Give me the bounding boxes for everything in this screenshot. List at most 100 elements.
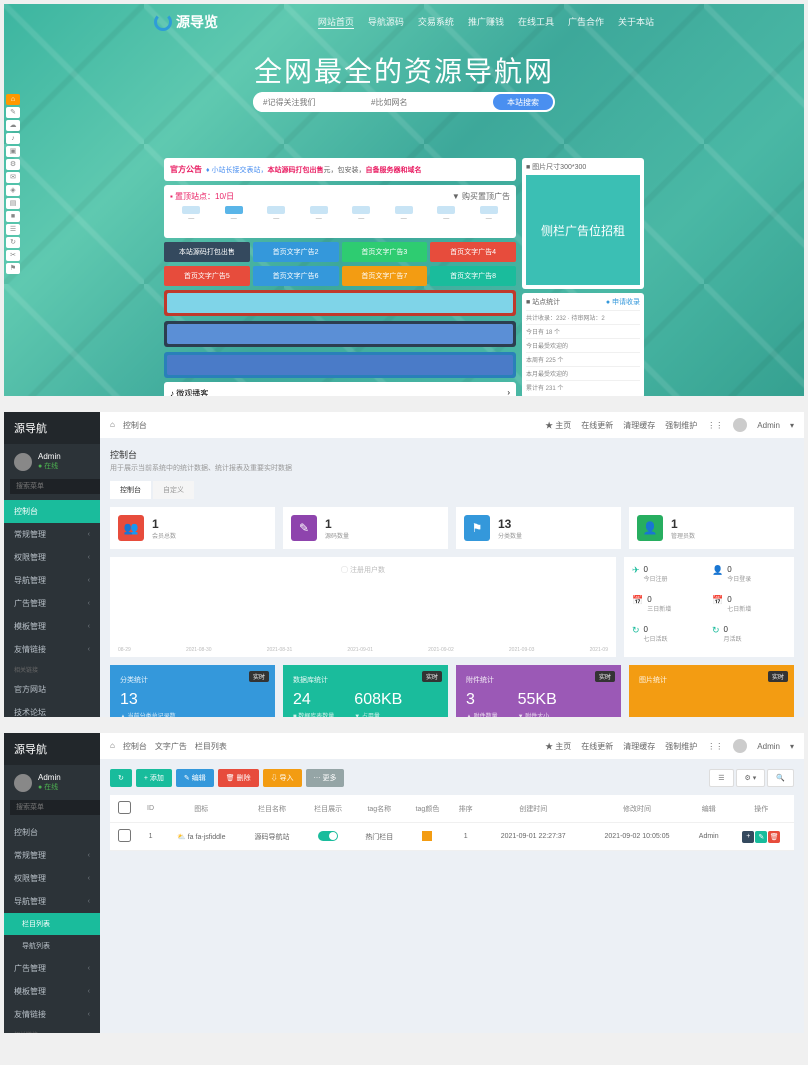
side-icon[interactable]: ■ <box>6 211 20 222</box>
slide-item[interactable] <box>164 321 516 347</box>
sidebar-item[interactable]: 模板管理‹ <box>4 615 100 638</box>
ad-button[interactable]: 首页文字广告3 <box>342 242 428 262</box>
avatar[interactable] <box>14 774 32 792</box>
nav-home[interactable]: 网站首页 <box>318 15 354 29</box>
crumb[interactable]: 文字广告 <box>155 741 187 752</box>
crumb-home[interactable]: ⌂ <box>110 420 115 431</box>
sidebar-item[interactable]: 常规管理‹ <box>4 844 100 867</box>
action-drag-button[interactable]: + <box>742 831 754 843</box>
search-button[interactable]: 本站搜索 <box>493 94 553 110</box>
toolbar-button[interactable]: ↻ <box>110 769 132 787</box>
sidebar-item[interactable]: 栏目列表 <box>4 913 100 935</box>
ad-button[interactable]: 本站源码打包出售 <box>164 242 250 262</box>
tab-custom[interactable]: 自定义 <box>153 481 194 499</box>
nav-item[interactable]: 交易系统 <box>418 15 454 29</box>
side-icon[interactable]: ✂ <box>6 250 20 261</box>
avatar[interactable] <box>14 453 32 471</box>
avatar-small[interactable] <box>733 418 747 432</box>
rec-item[interactable]: — <box>348 206 374 228</box>
ad-placeholder[interactable]: 侧栏广告位招租 <box>526 175 640 285</box>
rec-item[interactable]: — <box>433 206 459 228</box>
ad-button[interactable]: 首页文字广告6 <box>253 266 339 286</box>
nav-item[interactable]: 广告合作 <box>568 15 604 29</box>
slide-item[interactable] <box>164 352 516 378</box>
chevron-down-icon[interactable]: ▾ <box>790 421 794 430</box>
crumb[interactable]: 栏目列表 <box>195 741 227 752</box>
top-link[interactable]: ★ 主页 <box>545 420 571 431</box>
sidebar-item[interactable]: 广告管理‹ <box>4 957 100 980</box>
search-button[interactable]: 🔍 <box>767 769 794 787</box>
nav-item[interactable]: 关于本站 <box>618 15 654 29</box>
logo[interactable]: 源导览 <box>154 12 218 32</box>
side-icon[interactable]: ⚑ <box>6 263 20 274</box>
toolbar-button[interactable]: ⋯ 更多 <box>306 769 345 787</box>
ad-button[interactable]: 首页文字广告8 <box>430 266 516 286</box>
nav-item[interactable]: 在线工具 <box>518 15 554 29</box>
rec-item[interactable]: — <box>306 206 332 228</box>
brand[interactable]: 源导航 <box>4 733 100 765</box>
toggle-switch[interactable] <box>318 831 338 841</box>
rec-right[interactable]: ▼ 购买置顶广告 <box>452 191 510 202</box>
search-input[interactable] <box>253 92 491 112</box>
sidebar-item[interactable]: 导航列表 <box>4 935 100 957</box>
rec-item[interactable]: — <box>391 206 417 228</box>
toolbar-button[interactable]: + 添加 <box>136 769 172 787</box>
top-link[interactable]: 清理缓存 <box>623 420 655 431</box>
side-icon[interactable]: ✉ <box>6 172 20 183</box>
side-icon[interactable]: ▤ <box>6 198 20 209</box>
filter-button[interactable]: ⚙ ▾ <box>736 769 766 787</box>
side-icon[interactable]: ↻ <box>6 237 20 248</box>
toolbar-button[interactable]: ✎ 编辑 <box>176 769 214 787</box>
resource-card[interactable]: ♪ 微观播客 › <box>164 382 516 396</box>
crumb-home[interactable]: ⌂ <box>110 741 115 752</box>
sidebar-item[interactable]: 导航管理‹ <box>4 890 100 913</box>
top-link[interactable]: 在线更新 <box>581 420 613 431</box>
sidebar-item[interactable]: 官方网站 <box>4 678 100 701</box>
side-icon[interactable]: ◈ <box>6 185 20 196</box>
admin-name[interactable]: Admin <box>757 421 780 430</box>
tab-dashboard[interactable]: 控制台 <box>110 481 151 499</box>
sidebar-item[interactable]: 导航管理‹ <box>4 569 100 592</box>
ad-button[interactable]: 首页文字广告2 <box>253 242 339 262</box>
rec-item[interactable]: — <box>178 206 204 228</box>
nav-item[interactable]: 推广赚钱 <box>468 15 504 29</box>
sidebar-item[interactable]: 常规管理‹ <box>4 523 100 546</box>
avatar-small[interactable] <box>733 739 747 753</box>
slide-item[interactable] <box>164 290 516 316</box>
row-checkbox[interactable] <box>110 823 140 851</box>
rec-item[interactable]: — <box>476 206 502 228</box>
nav-item[interactable]: 导航源码 <box>368 15 404 29</box>
sidebar-item[interactable]: 权限管理‹ <box>4 867 100 890</box>
apply-link[interactable]: ● 申请收录 <box>606 297 640 307</box>
sidebar-item[interactable]: 控制台 <box>4 821 100 844</box>
toolbar-button[interactable]: 🗑 删除 <box>218 769 259 787</box>
sidebar-item[interactable]: 友情链接‹ <box>4 1003 100 1026</box>
ad-button[interactable]: 首页文字广告5 <box>164 266 250 286</box>
sidebar-item[interactable]: 权限管理‹ <box>4 546 100 569</box>
brand[interactable]: 源导航 <box>4 412 100 444</box>
action-edit-button[interactable]: ✎ <box>755 831 767 843</box>
top-link[interactable]: 强制维护 <box>665 741 697 752</box>
sidebar-search-input[interactable] <box>10 479 113 494</box>
rec-item[interactable]: — <box>221 206 247 228</box>
crumb[interactable]: 控制台 <box>123 741 147 752</box>
top-link[interactable]: 在线更新 <box>581 741 613 752</box>
column-header[interactable] <box>110 795 140 823</box>
action-delete-button[interactable]: 🗑 <box>768 831 780 843</box>
sidebar-item[interactable]: 技术论坛 <box>4 701 100 717</box>
rec-item[interactable]: — <box>263 206 289 228</box>
top-link[interactable]: 强制维护 <box>665 420 697 431</box>
sidebar-item[interactable]: 友情链接‹ <box>4 638 100 661</box>
sidebar-item[interactable]: 广告管理‹ <box>4 592 100 615</box>
side-icon[interactable]: ⚙ <box>6 159 20 170</box>
sidebar-item[interactable]: 模板管理‹ <box>4 980 100 1003</box>
side-icon[interactable]: ☰ <box>6 224 20 235</box>
side-icon[interactable]: ☁ <box>6 120 20 131</box>
top-link[interactable]: 清理缓存 <box>623 741 655 752</box>
side-icon[interactable]: ▣ <box>6 146 20 157</box>
side-icon[interactable]: ♪ <box>6 133 20 144</box>
ad-button[interactable]: 首页文字广告7 <box>342 266 428 286</box>
side-icon[interactable]: ✎ <box>6 107 20 118</box>
top-link[interactable]: ★ 主页 <box>545 741 571 752</box>
admin-name[interactable]: Admin <box>757 742 780 751</box>
